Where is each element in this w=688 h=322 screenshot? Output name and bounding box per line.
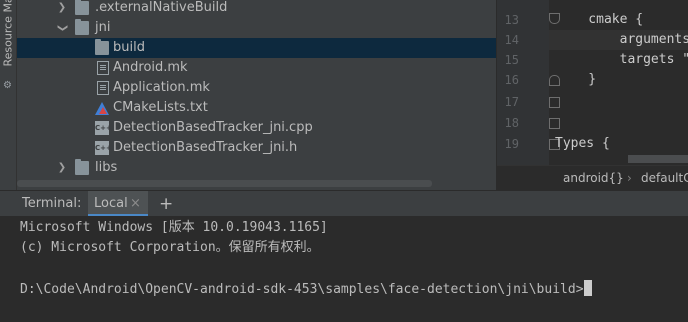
code-line: Types {: [555, 136, 610, 151]
chevron-right-icon[interactable]: ❯: [57, 0, 67, 18]
tree-item-label: jni: [95, 20, 111, 35]
cmake-icon: [95, 102, 109, 115]
line-number: 18: [504, 116, 519, 130]
folder-icon: [95, 39, 109, 55]
code-line: }: [557, 72, 597, 87]
code-line: cmake {: [557, 12, 644, 27]
tree-item-externalnativebuild[interactable]: ❯ .externalNativeBuild: [17, 0, 496, 18]
terminal-prompt-line[interactable]: D:\Code\Android\OpenCV-android-sdk-453\s…: [20, 280, 592, 300]
tree-item-build[interactable]: build: [17, 38, 496, 58]
tree-item-cpp-file[interactable]: C++ DetectionBasedTracker_jni.cpp: [17, 118, 496, 138]
breadcrumb-item[interactable]: defaultC: [641, 166, 688, 191]
header-file-icon: C++: [95, 141, 112, 155]
terminal-output[interactable]: Microsoft Windows [版本 10.0.19043.1165] (…: [0, 216, 688, 322]
resource-manager-icon: ⚙: [3, 80, 12, 91]
breadcrumb: android{} › defaultC: [497, 165, 688, 191]
fold-marker-icon[interactable]: [549, 97, 560, 108]
folder-icon: [75, 159, 89, 175]
breadcrumb-item[interactable]: android{}: [563, 166, 624, 191]
terminal-title: Terminal:: [22, 196, 82, 211]
tab-local[interactable]: Local ×: [88, 191, 148, 217]
tree-item-application-mk[interactable]: Application.mk: [17, 78, 496, 98]
tree-item-jni[interactable]: ❯ jni: [17, 18, 496, 38]
add-terminal-button[interactable]: +: [159, 191, 173, 217]
tree-item-label: Android.mk: [113, 60, 188, 75]
tree-item-label: libs: [95, 160, 118, 175]
tree-item-h-file[interactable]: C++ DetectionBasedTracker_jni.h: [17, 138, 496, 158]
line-number: 19: [504, 137, 519, 151]
line-number: 15: [504, 53, 519, 67]
chevron-down-icon[interactable]: ❯: [52, 23, 72, 33]
resource-manager-tab[interactable]: Resource Manager: [2, 0, 15, 67]
chevron-right-icon: ›: [627, 171, 632, 185]
line-number: 13: [504, 13, 519, 27]
line-number: 16: [504, 73, 519, 87]
tree-item-label: Application.mk: [113, 80, 210, 95]
fold-marker-icon[interactable]: [549, 118, 560, 129]
tree-item-label: build: [113, 40, 145, 55]
code-line: arguments: [557, 32, 688, 47]
line-number: 14: [504, 33, 519, 47]
tree-item-android-mk[interactable]: Android.mk: [17, 58, 496, 78]
line-number: 17: [504, 95, 519, 109]
text-file-icon: [97, 61, 109, 75]
folder-icon: [75, 19, 89, 35]
tree-item-label: DetectionBasedTracker_jni.h: [113, 140, 298, 155]
code-editor[interactable]: 13 14 15 16 17 18 19 cmake { arguments t…: [497, 0, 688, 165]
tree-item-label: .externalNativeBuild: [95, 0, 228, 15]
cpp-file-icon: C++: [95, 121, 112, 135]
text-cursor: [583, 280, 592, 296]
code-line: targets "d: [557, 52, 688, 67]
chevron-right-icon[interactable]: ❯: [57, 158, 67, 178]
text-file-icon: [97, 81, 109, 95]
side-tool-strip: Resource Manager ⚙: [0, 0, 17, 190]
tree-item-label: CMakeLists.txt: [113, 100, 208, 115]
hint-popup: [628, 155, 688, 163]
terminal-prompt: D:\Code\Android\OpenCV-android-sdk-453\s…: [20, 282, 584, 297]
tree-item-cmakelists[interactable]: CMakeLists.txt: [17, 98, 496, 118]
horizontal-scrollbar[interactable]: [17, 180, 432, 187]
tree-item-libs[interactable]: ❯ libs: [17, 158, 496, 178]
project-tree: ❯ .externalNativeBuild ❯ jni build Andro…: [17, 0, 496, 190]
terminal-line: (c) Microsoft Corporation。保留所有权利。: [20, 240, 320, 255]
terminal-toolbar: Terminal: Local × +: [0, 190, 688, 217]
terminal-line: Microsoft Windows [版本 10.0.19043.1165]: [20, 220, 328, 235]
folder-icon: [75, 0, 89, 15]
tree-item-label: DetectionBasedTracker_jni.cpp: [113, 120, 313, 135]
